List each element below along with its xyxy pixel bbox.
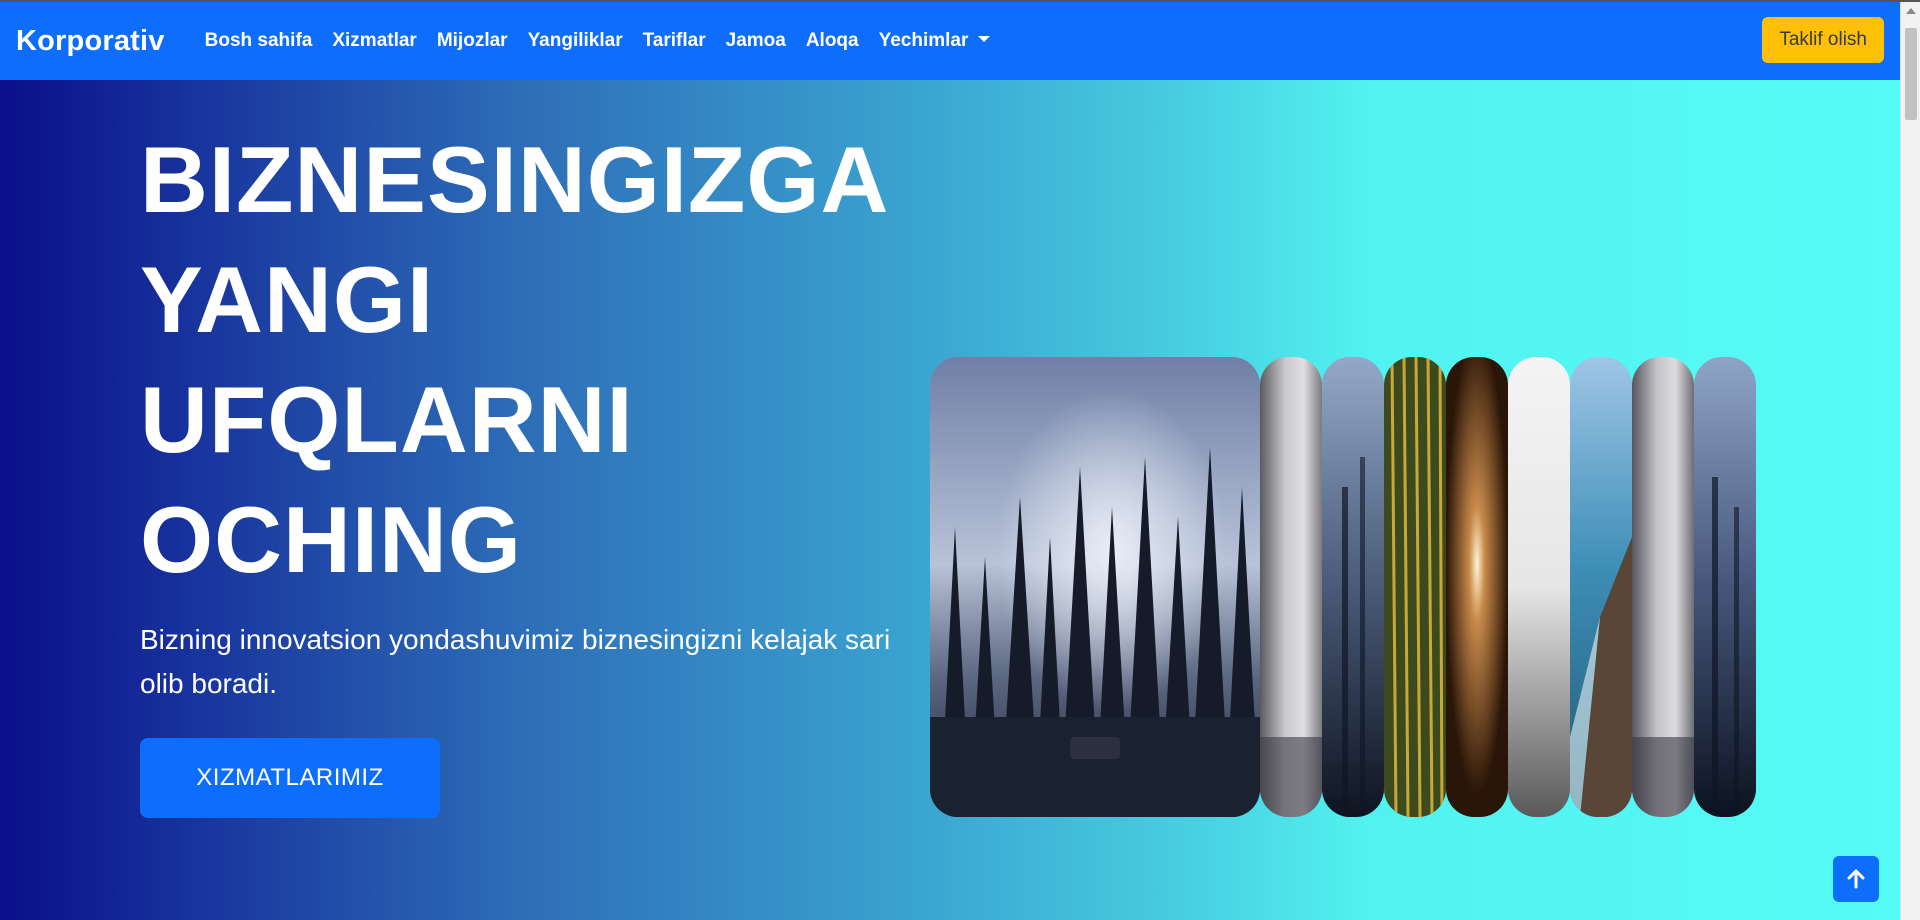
nav-link-aloqa[interactable]: Aloqa bbox=[796, 30, 869, 52]
forest-image[interactable] bbox=[930, 357, 1260, 817]
white-fog-image[interactable] bbox=[1508, 357, 1570, 817]
hero-subtitle: Bizning innovatsion yondashuvimiz biznes… bbox=[140, 624, 891, 699]
chevron-down-icon bbox=[978, 35, 991, 42]
back-to-top-button[interactable] bbox=[1833, 856, 1879, 902]
navbar: Korporativ Bosh sahifa Xizmatlar Mijozla… bbox=[0, 2, 1900, 80]
birch-bark-image[interactable] bbox=[1632, 357, 1694, 817]
scroll-up-arrow-icon[interactable] bbox=[1906, 8, 1916, 14]
green-stripes-image[interactable] bbox=[1384, 357, 1446, 817]
hero-title: BIZNESINGIZGA YANGI UFQLARNI OCHING bbox=[140, 120, 940, 600]
coast-cliff-image[interactable] bbox=[1570, 357, 1632, 817]
hero-section: BIZNESINGIZGA YANGI UFQLARNI OCHING Bizn… bbox=[0, 80, 1900, 920]
hero-title-line: OCHING bbox=[140, 487, 522, 592]
page-scrollbar[interactable] bbox=[1900, 2, 1920, 920]
hero-title-line: BIZNESINGIZGA bbox=[140, 127, 890, 232]
nav-links: Bosh sahifa Xizmatlar Mijozlar Yangilikl… bbox=[195, 30, 1001, 52]
blurred-forest-image[interactable] bbox=[1322, 357, 1384, 817]
arrow-up-icon bbox=[1847, 869, 1865, 889]
nav-dropdown-yechimlar[interactable]: Yechimlar bbox=[869, 30, 1001, 52]
brand-logo[interactable]: Korporativ bbox=[16, 25, 165, 58]
image-gallery bbox=[930, 357, 1756, 817]
nav-link-bosh-sahifa[interactable]: Bosh sahifa bbox=[195, 30, 323, 52]
nav-link-tariflar[interactable]: Tariflar bbox=[633, 30, 716, 52]
get-offer-button[interactable]: Taklif olish bbox=[1762, 17, 1884, 63]
nav-dropdown-label: Yechimlar bbox=[878, 30, 969, 51]
nav-link-jamoa[interactable]: Jamoa bbox=[716, 30, 796, 52]
scrollbar-thumb[interactable] bbox=[1905, 28, 1917, 120]
nav-link-xizmatlar[interactable]: Xizmatlar bbox=[322, 30, 426, 52]
nav-link-mijozlar[interactable]: Mijozlar bbox=[427, 30, 518, 52]
blurred-forest-image[interactable] bbox=[1694, 357, 1756, 817]
birch-bark-image[interactable] bbox=[1260, 357, 1322, 817]
nav-link-yangiliklar[interactable]: Yangiliklar bbox=[518, 30, 633, 52]
hero-title-line: UFQLARNI bbox=[140, 367, 634, 472]
hero-title-line: YANGI bbox=[140, 247, 435, 352]
services-button[interactable]: XIZMATLARIMIZ bbox=[140, 738, 440, 818]
wood-glow-image[interactable] bbox=[1446, 357, 1508, 817]
